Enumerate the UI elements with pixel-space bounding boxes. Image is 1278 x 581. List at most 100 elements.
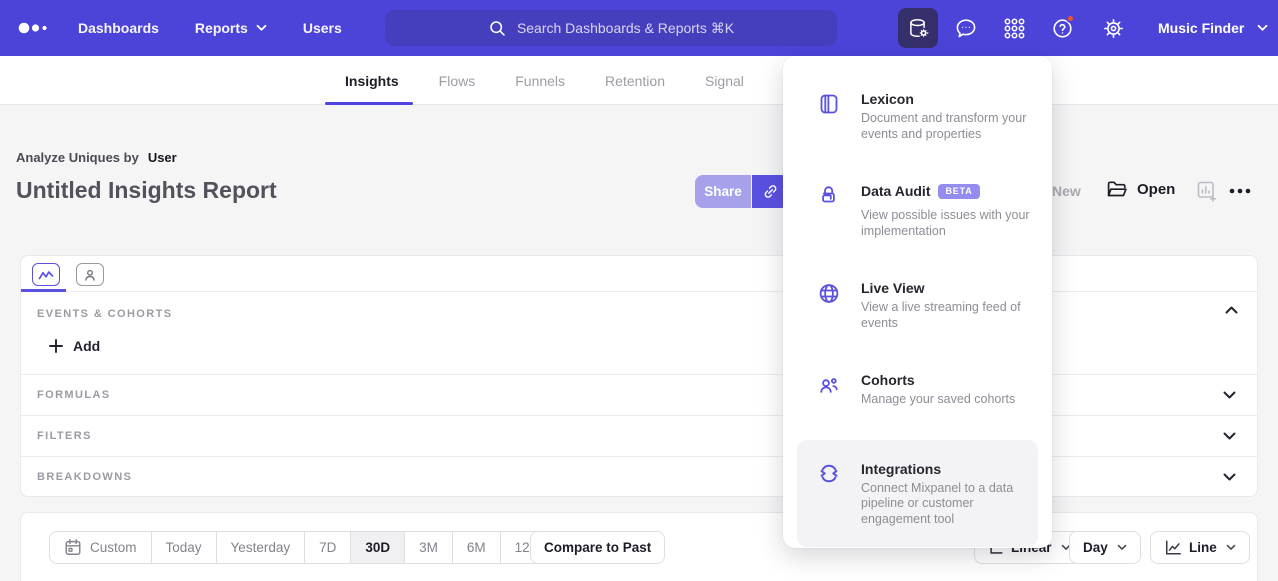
nav-users-label: Users — [303, 20, 342, 36]
range-6m[interactable]: 6M — [452, 532, 500, 563]
section-formulas[interactable]: FORMULAS — [21, 374, 1257, 415]
collapse-events-button[interactable] — [1225, 306, 1238, 314]
events-view-tab[interactable] — [32, 263, 60, 286]
data-management-menu: Lexicon Document and transform your even… — [783, 56, 1052, 548]
nav-reports[interactable]: Reports — [195, 20, 267, 36]
apps-grid-icon — [1003, 17, 1026, 40]
line-chart-icon — [1164, 539, 1182, 556]
data-audit-icon — [817, 182, 841, 210]
menu-title: Lexicon — [861, 90, 914, 108]
query-builder-card: EVENTS & COHORTS Add FORMULAS FILTERS BR… — [20, 255, 1258, 497]
tab-retention[interactable]: Retention — [605, 73, 665, 89]
open-label: Open — [1137, 181, 1175, 198]
link-icon — [761, 182, 780, 201]
menu-description: Connect Mixpanel to a data pipeline or c… — [861, 481, 1018, 528]
menu-title: Integrations — [861, 460, 941, 478]
apps-grid-button[interactable] — [1003, 17, 1026, 40]
lexicon-icon — [817, 90, 841, 118]
tab-flows[interactable]: Flows — [439, 73, 476, 89]
share-button-group: Share — [695, 175, 789, 208]
profiles-icon — [83, 268, 97, 282]
report-title[interactable]: Untitled Insights Report — [16, 177, 277, 204]
search-input[interactable]: Search Dashboards & Reports ⌘K — [385, 10, 837, 46]
menu-title: Live View — [861, 279, 925, 297]
help-button[interactable] — [1051, 17, 1074, 40]
add-to-board-button[interactable] — [1196, 180, 1218, 203]
chart-type-dropdown[interactable]: Line — [1150, 531, 1250, 564]
active-tab-underline — [325, 102, 413, 105]
nav-dashboards-label: Dashboards — [78, 20, 159, 36]
menu-item-live-view[interactable]: Live View View a live streaming feed of … — [783, 259, 1052, 351]
compare-label: Compare to Past — [544, 540, 651, 555]
menu-item-cohorts[interactable]: Cohorts Manage your saved cohorts — [783, 351, 1052, 428]
nav-users[interactable]: Users — [303, 20, 342, 36]
section-filters[interactable]: FILTERS — [21, 415, 1257, 456]
range-today[interactable]: Today — [151, 532, 216, 563]
data-management-button[interactable] — [898, 8, 938, 48]
report-tabs: Insights Flows Funnels Retention Signal … — [345, 56, 826, 105]
chevron-down-icon — [1226, 544, 1236, 551]
analyze-prefix: Analyze Uniques by — [16, 150, 139, 165]
menu-title: Data Audit — [861, 182, 930, 200]
folder-open-icon — [1106, 179, 1128, 199]
settings-button[interactable] — [1102, 17, 1125, 40]
chevron-up-icon — [1225, 306, 1238, 314]
add-event-button[interactable]: Add — [49, 338, 100, 354]
analyze-entity-selector[interactable]: User — [148, 150, 177, 165]
ellipsis-icon — [1228, 187, 1252, 195]
menu-item-data-audit[interactable]: Data Audit BETA View possible issues wit… — [783, 162, 1052, 259]
open-report-button[interactable]: Open — [1106, 179, 1175, 199]
live-view-icon — [817, 279, 841, 307]
range-3m[interactable]: 3M — [404, 532, 452, 563]
mixpanel-logo-icon — [18, 21, 50, 35]
calendar-icon — [64, 538, 82, 557]
builder-active-tab-underline — [21, 289, 66, 292]
search-icon — [488, 19, 507, 38]
beta-badge: BETA — [938, 184, 979, 199]
tab-signal[interactable]: Signal — [705, 73, 744, 89]
project-switcher[interactable]: Music Finder — [1158, 0, 1268, 56]
range-yesterday[interactable]: Yesterday — [216, 532, 305, 563]
section-breakdowns[interactable]: BREAKDOWNS — [21, 456, 1257, 497]
share-button[interactable]: Share — [695, 175, 751, 208]
search-placeholder: Search Dashboards & Reports ⌘K — [517, 20, 734, 37]
profiles-view-tab[interactable] — [76, 263, 104, 286]
analyze-eyebrow: Analyze Uniques by User — [16, 150, 177, 165]
menu-item-lexicon[interactable]: Lexicon Document and transform your even… — [783, 70, 1052, 162]
range-30d[interactable]: 30D — [350, 532, 404, 563]
interval-dropdown[interactable]: Day — [1069, 531, 1141, 564]
range-custom[interactable]: Custom — [50, 532, 151, 563]
date-range-control: Custom Today Yesterday 7D 30D 3M 6M 12M — [49, 531, 556, 564]
more-options-button[interactable] — [1228, 187, 1252, 195]
range-7d[interactable]: 7D — [304, 532, 350, 563]
add-label: Add — [73, 338, 100, 354]
nav-reports-label: Reports — [195, 20, 248, 36]
integrations-icon — [817, 460, 841, 488]
compare-to-past-button[interactable]: Compare to Past — [530, 531, 665, 564]
new-report-button[interactable]: New — [1052, 183, 1081, 199]
formulas-label: FORMULAS — [37, 389, 111, 401]
tab-funnels[interactable]: Funnels — [515, 73, 565, 89]
report-tabbar: Insights Flows Funnels Retention Signal … — [0, 56, 1278, 105]
tab-insights[interactable]: Insights — [345, 73, 399, 89]
settings-icon — [1102, 17, 1125, 40]
plus-icon — [49, 339, 63, 353]
chart-type-label: Line — [1189, 540, 1217, 555]
nav-dashboards[interactable]: Dashboards — [78, 20, 159, 36]
messages-button[interactable] — [954, 17, 978, 40]
notification-dot — [1066, 14, 1075, 23]
messages-icon — [954, 17, 978, 40]
chevron-down-icon — [1223, 473, 1236, 481]
chart-controls-card: Custom Today Yesterday 7D 30D 3M 6M 12M … — [20, 512, 1258, 581]
menu-description: Document and transform your events and p… — [861, 111, 1032, 142]
menu-item-integrations[interactable]: Integrations Connect Mixpanel to a data … — [797, 440, 1038, 548]
add-chart-icon — [1196, 180, 1218, 203]
data-management-icon — [907, 17, 930, 40]
project-name: Music Finder — [1158, 20, 1244, 36]
section-events-cohorts[interactable]: EVENTS & COHORTS — [37, 308, 172, 320]
chevron-down-icon — [1223, 432, 1236, 440]
mixpanel-logo[interactable] — [18, 21, 50, 35]
range-custom-label: Custom — [90, 540, 137, 555]
chevron-down-icon — [1223, 391, 1236, 399]
menu-description: View possible issues with your implement… — [861, 208, 1032, 239]
